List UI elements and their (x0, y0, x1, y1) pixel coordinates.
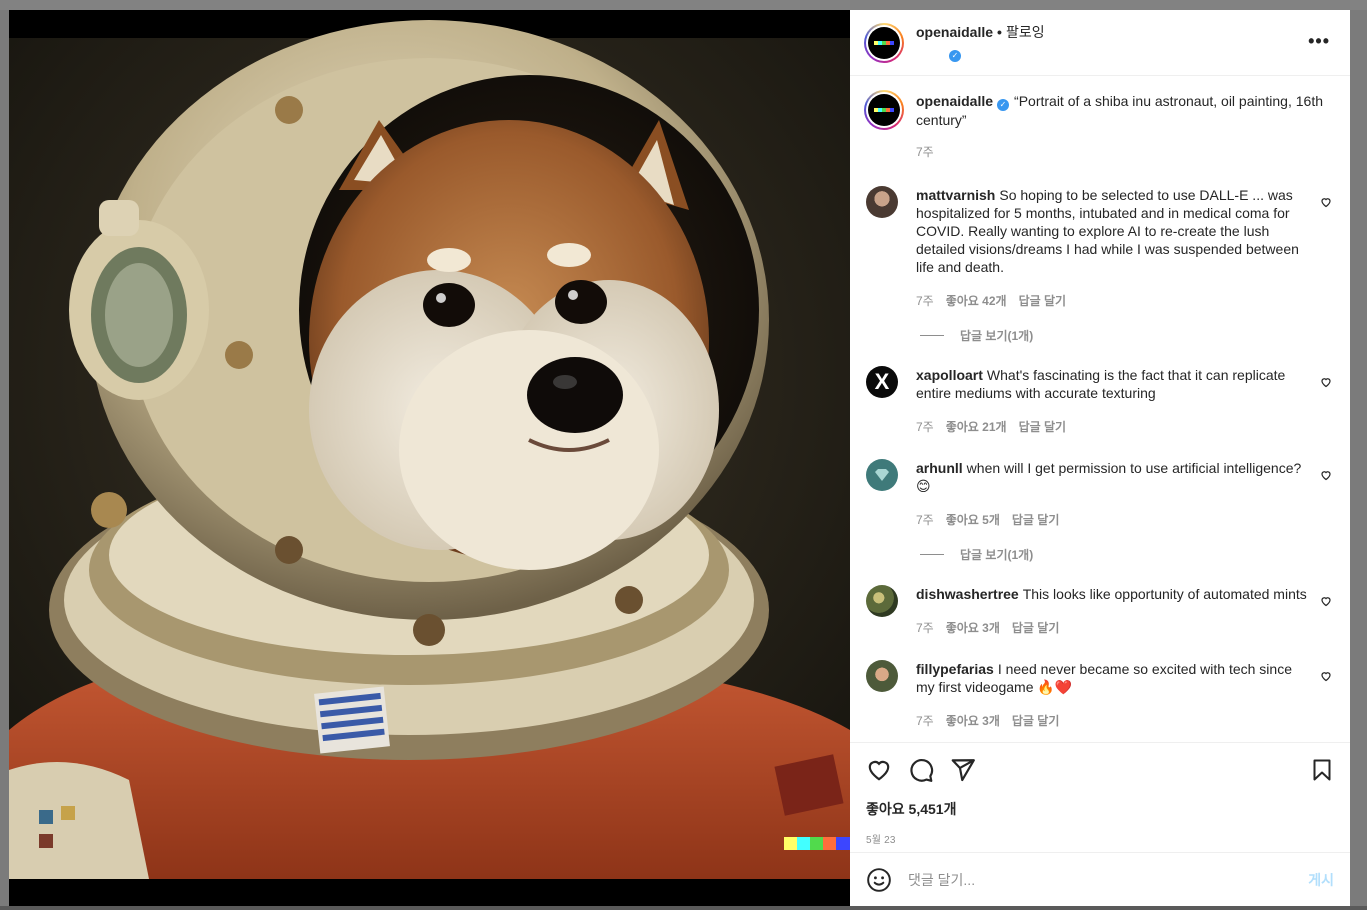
comment-username[interactable]: mattvarnish (916, 187, 995, 203)
comment-username[interactable]: arhunll (916, 460, 963, 476)
comments-list[interactable]: openaidalle ✓ “Portrait of a shiba inu ast… (850, 76, 1350, 742)
author-username[interactable]: openaidalle (916, 24, 993, 40)
verified-badge-icon: ✓ (997, 99, 1010, 111)
commenter-avatar[interactable]: X (866, 366, 898, 398)
reply-button[interactable]: 답글 달기 (1019, 292, 1067, 309)
reply-button[interactable]: 답글 달기 (1012, 619, 1060, 636)
heart-icon[interactable] (866, 757, 892, 783)
heart-icon[interactable] (1320, 469, 1332, 481)
comment-item: arhunll when will I get permission to use… (866, 459, 1334, 528)
reply-button[interactable]: 답글 달기 (1012, 712, 1060, 729)
comment-time[interactable]: 7주 (916, 418, 934, 435)
comment-username[interactable]: xapolloart (916, 367, 983, 383)
commenter-avatar[interactable] (866, 585, 898, 617)
reply-button[interactable]: 답글 달기 (1012, 511, 1060, 528)
comment-item: dishwashertree This looks like opportunit… (866, 585, 1334, 636)
heart-icon[interactable] (1320, 670, 1332, 682)
more-options-icon[interactable]: ••• (1308, 32, 1330, 50)
dalle-watermark (784, 837, 850, 850)
heart-icon[interactable] (1320, 376, 1332, 388)
smiley-icon[interactable] (866, 867, 892, 893)
caption-time[interactable]: 7주 (916, 143, 934, 160)
heart-icon[interactable] (1320, 196, 1332, 208)
view-replies-button[interactable]: 답글 보기(1개) (920, 546, 1334, 563)
comment-item: mattvarnish So hoping to be selected to u… (866, 186, 1334, 309)
paper-plane-icon[interactable] (950, 757, 976, 783)
post-side-panel: openaidalle • 팔로잉 ✓ ••• openaidalle ✓ “P… (850, 10, 1350, 906)
post-comment-button[interactable]: 게시 (1308, 870, 1334, 890)
comment-likes[interactable]: 좋아요 42개 (946, 292, 1007, 309)
post-modal: openaidalle • 팔로잉 ✓ ••• openaidalle ✓ “P… (9, 10, 1350, 906)
comment-time[interactable]: 7주 (916, 619, 934, 636)
diamond-icon (875, 469, 889, 481)
bookmark-icon[interactable] (1310, 757, 1334, 783)
comment-form: 게시 (850, 852, 1350, 906)
comment-time[interactable]: 7주 (916, 292, 934, 309)
reply-button[interactable]: 답글 달기 (1019, 418, 1067, 435)
following-button[interactable]: 팔로잉 (1006, 22, 1045, 42)
comment-time[interactable]: 7주 (916, 712, 934, 729)
post-actions: 좋아요 5,451개 5월 23 (850, 742, 1350, 852)
comment-input[interactable] (908, 871, 1309, 888)
view-replies-button[interactable]: 답글 보기(1개) (920, 327, 1334, 344)
commenter-avatar[interactable] (866, 660, 898, 692)
caption: openaidalle ✓ “Portrait of a shiba inu ast… (864, 90, 1334, 160)
comment-item: X xapolloart What's fascinating is the fa… (866, 366, 1334, 435)
commenter-avatar[interactable] (866, 459, 898, 491)
comment-likes[interactable]: 좋아요 21개 (946, 418, 1007, 435)
verified-badge-icon: ✓ (949, 50, 961, 62)
heart-icon[interactable] (1320, 595, 1332, 607)
comment-bubble-icon[interactable] (908, 757, 934, 783)
comment-likes[interactable]: 좋아요 3개 (946, 712, 1000, 729)
post-header: openaidalle • 팔로잉 ✓ ••• (850, 10, 1350, 76)
dalle-logo (874, 40, 894, 45)
follow-separator: • (997, 24, 1002, 40)
caption-username[interactable]: openaidalle (916, 93, 993, 109)
astronaut-painting (9, 10, 850, 906)
comment-likes[interactable]: 좋아요 5개 (946, 511, 1000, 528)
post-date[interactable]: 5월 23 (866, 831, 1334, 846)
caption-author-avatar[interactable] (864, 90, 904, 130)
author-avatar[interactable] (864, 22, 904, 63)
comment-likes[interactable]: 좋아요 3개 (946, 619, 1000, 636)
comment-username[interactable]: fillypefarias (916, 661, 994, 677)
background-top (0, 0, 1367, 10)
comment-username[interactable]: dishwashertree (916, 586, 1019, 602)
post-image[interactable] (9, 10, 850, 906)
comment-text: This looks like opportunity of automated… (1022, 586, 1307, 602)
comment-text: when will I get permission to use artifi… (916, 460, 1302, 494)
likes-count[interactable]: 좋아요 5,451개 (866, 799, 1334, 819)
comment-item: fillypefarias I need never became so exci… (866, 660, 1334, 729)
background-bottom (0, 906, 1367, 910)
commenter-avatar[interactable] (866, 186, 898, 218)
comment-time[interactable]: 7주 (916, 511, 934, 528)
